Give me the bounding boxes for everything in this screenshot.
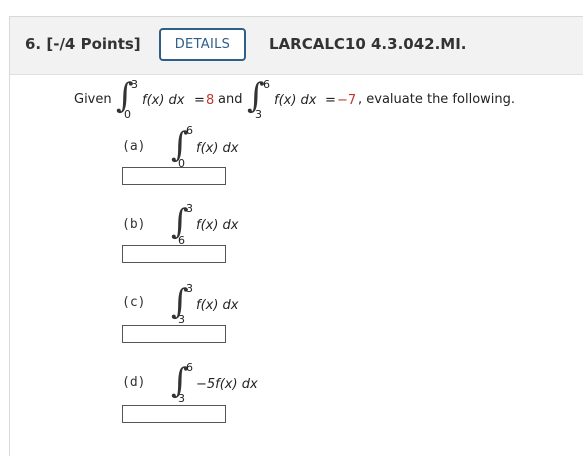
part-d-lower-limit: 3 bbox=[178, 392, 185, 405]
part-d-answer-input[interactable] bbox=[122, 405, 226, 423]
equals-1: = bbox=[194, 93, 205, 108]
part-c-upper-limit: 3 bbox=[186, 282, 193, 295]
details-button[interactable]: DETAILS bbox=[159, 28, 246, 61]
and-word: and bbox=[218, 92, 243, 107]
part-d-integrand: −5f(x) dx bbox=[196, 377, 258, 392]
given-value-1: 8 bbox=[206, 93, 215, 108]
given-word: Given bbox=[74, 92, 112, 107]
part-c-label: (c) bbox=[122, 295, 146, 310]
part-d-upper-limit: 6 bbox=[186, 361, 193, 374]
part-b-upper-limit: 3 bbox=[186, 202, 193, 215]
problem-id: LARCALC10 4.3.042.MI. bbox=[269, 35, 467, 53]
int1-upper-limit: 3 bbox=[131, 78, 138, 91]
int1-integrand: f(x) dx bbox=[142, 93, 185, 108]
part-a-upper-limit: 6 bbox=[186, 124, 193, 137]
part-c-integrand: f(x) dx bbox=[196, 298, 239, 313]
int1-lower-limit: 0 bbox=[124, 108, 131, 121]
question-frame bbox=[9, 16, 583, 456]
int2-lower-limit: 3 bbox=[255, 108, 262, 121]
part-a-label: (a) bbox=[122, 139, 146, 154]
part-c-answer-input[interactable] bbox=[122, 325, 226, 343]
part-d-label: (d) bbox=[122, 375, 146, 390]
part-b-label: (b) bbox=[122, 217, 146, 232]
question-number-label: 6. bbox=[25, 35, 42, 53]
part-a-integrand: f(x) dx bbox=[196, 141, 239, 156]
equals-2: = bbox=[325, 93, 336, 108]
question-number: 6. [-/4 Points] bbox=[25, 35, 141, 53]
part-b-integrand: f(x) dx bbox=[196, 218, 239, 233]
given-tail-text: , evaluate the following. bbox=[358, 92, 516, 107]
given-value-2: −7 bbox=[337, 93, 357, 108]
part-a-answer-input[interactable] bbox=[122, 167, 226, 185]
int2-upper-limit: 6 bbox=[263, 78, 270, 91]
part-b-answer-input[interactable] bbox=[122, 245, 226, 263]
points-label: [-/4 Points] bbox=[46, 35, 141, 53]
int2-integrand: f(x) dx bbox=[274, 93, 317, 108]
